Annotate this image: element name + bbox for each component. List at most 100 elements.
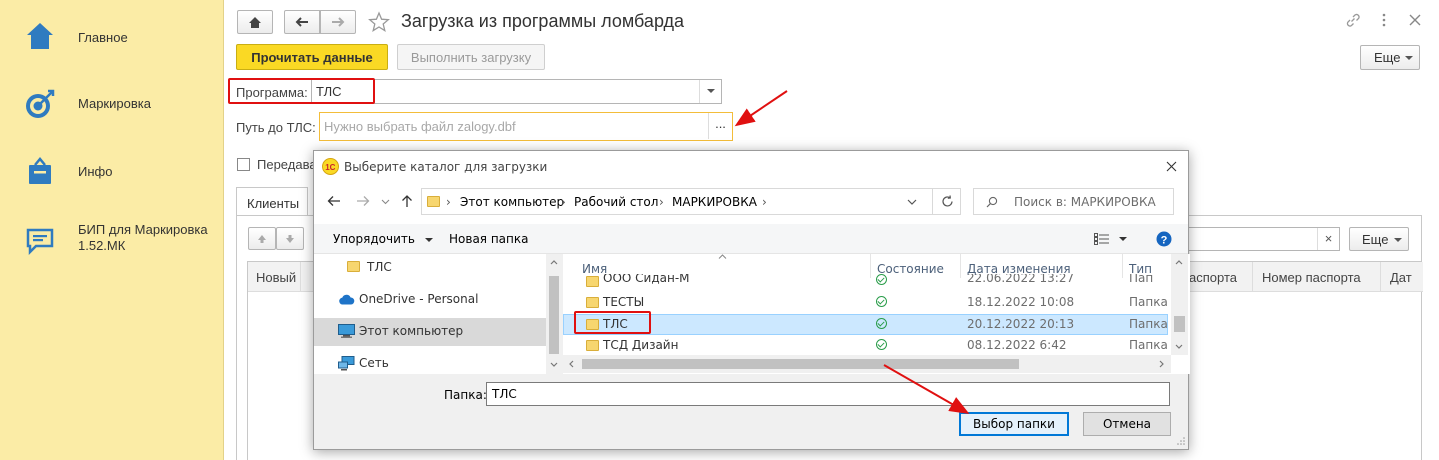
tree-scroll-thumb[interactable] xyxy=(549,276,559,354)
tab-clients[interactable]: Клиенты xyxy=(236,187,308,216)
grid-more-button[interactable]: Еще xyxy=(1349,227,1409,251)
sidebar: Главное Маркировка Инфо БИП для Маркиров… xyxy=(0,0,224,460)
view-options-icon[interactable] xyxy=(1094,233,1110,245)
read-data-button[interactable]: Прочитать данные xyxy=(236,44,388,70)
nav-back-icon[interactable] xyxy=(327,195,341,207)
nav-forward-icon[interactable] xyxy=(356,195,370,207)
dialog-search-input[interactable]: Поиск в: МАРКИРОВКА xyxy=(973,188,1174,215)
grid-col-divider xyxy=(300,262,301,292)
file-type: Папка с xyxy=(1129,274,1153,285)
file-vscrollbar[interactable] xyxy=(1171,254,1188,355)
file-date: 08.12.2022 6:42 xyxy=(967,338,1067,352)
scroll-down-icon[interactable] xyxy=(550,362,558,367)
select-folder-button[interactable]: Выбор папки xyxy=(959,412,1069,436)
more-button-label: Еще xyxy=(1374,50,1401,65)
help-icon[interactable]: ? xyxy=(1156,231,1172,247)
network-icon xyxy=(338,356,355,371)
file-date: 18.12.2022 10:08 xyxy=(967,295,1075,309)
grid-col-date: Дат xyxy=(1390,270,1412,285)
path-label: Путь до ТЛС: xyxy=(236,120,316,135)
organize-label: Упорядочить xyxy=(333,232,415,246)
dropdown-button[interactable] xyxy=(699,80,721,103)
tree-item-network[interactable]: Сеть xyxy=(314,350,546,378)
tree-item-label: ТЛС xyxy=(367,260,392,274)
scroll-up-icon[interactable] xyxy=(550,260,558,265)
nav-up-icon[interactable] xyxy=(401,194,413,208)
tree-item-onedrive[interactable]: OneDrive - Personal xyxy=(314,286,546,314)
grid-col-new: Новый xyxy=(256,270,297,285)
star-icon[interactable] xyxy=(368,11,390,33)
grid-col-passport: паспорта xyxy=(1182,270,1238,285)
tree-item-label: Сеть xyxy=(359,356,389,370)
tree-item-tls[interactable]: ТЛС xyxy=(314,254,546,282)
back-button[interactable] xyxy=(284,10,320,34)
onedrive-icon xyxy=(339,294,355,305)
transfer-label: Передава xyxy=(257,157,317,172)
sync-ok-icon xyxy=(876,296,887,307)
organize-button[interactable]: Упорядочить xyxy=(333,232,433,246)
chevron-down-icon[interactable] xyxy=(1119,237,1127,241)
link-icon[interactable] xyxy=(1345,12,1361,28)
dialog-close-icon[interactable] xyxy=(1166,161,1177,172)
browse-button[interactable]: ... xyxy=(708,113,732,139)
tree-item-this-pc[interactable]: Этот компьютер xyxy=(314,318,546,346)
scroll-down-icon[interactable] xyxy=(1175,344,1183,349)
move-down-button[interactable] xyxy=(276,227,304,250)
path-input[interactable]: Нужно выбрать файл zalogy.dbf ... xyxy=(319,112,733,141)
file-row[interactable]: ТЕСТЫ 18.12.2022 10:08 Папка с xyxy=(563,292,1178,313)
folder-label: Папка: xyxy=(444,388,487,402)
home-button[interactable] xyxy=(237,10,273,34)
folder-icon xyxy=(586,340,599,351)
tree-scrollbar[interactable] xyxy=(546,254,562,374)
scroll-left-icon[interactable] xyxy=(569,360,574,368)
highlight-tls-folder xyxy=(574,311,651,334)
grid-search-input[interactable]: × xyxy=(1185,227,1340,251)
folder-name-value: ТЛС xyxy=(492,387,517,401)
close-icon[interactable] xyxy=(1408,13,1422,27)
search-placeholder: Поиск в: МАРКИРОВКА xyxy=(1014,195,1156,209)
svg-text:?: ? xyxy=(1161,234,1168,246)
sidebar-item-label: Главное xyxy=(78,30,128,45)
file-row[interactable]: ТСД Дизайн 08.12.2022 6:42 Папка с xyxy=(563,335,1178,356)
folder-icon xyxy=(586,276,599,287)
forward-button[interactable] xyxy=(320,10,356,34)
file-name: ТСД Дизайн xyxy=(603,338,679,352)
do-load-button[interactable]: Выполнить загрузку xyxy=(397,44,545,70)
nav-history-chevron-icon[interactable] xyxy=(381,199,390,205)
refresh-icon[interactable] xyxy=(941,195,954,208)
more-vertical-icon[interactable] xyxy=(1377,13,1391,27)
sidebar-item-label: Маркировка xyxy=(78,96,151,111)
breadcrumb-desktop[interactable]: Рабочий стол xyxy=(574,195,658,209)
file-hscrollbar[interactable] xyxy=(563,355,1171,373)
resize-grip-icon[interactable] xyxy=(1176,436,1186,446)
scroll-up-icon[interactable] xyxy=(1175,260,1183,265)
new-folder-button[interactable]: Новая папка xyxy=(449,232,528,246)
arrow-down-icon xyxy=(286,234,294,243)
breadcrumb-this-pc[interactable]: Этот компьютер xyxy=(460,195,564,209)
move-up-button[interactable] xyxy=(248,227,276,250)
address-dropdown-icon[interactable] xyxy=(907,199,917,205)
svg-text:1C: 1C xyxy=(325,163,335,172)
file-row-selected[interactable]: ТЛС 20.12.2022 20:13 Папка с xyxy=(563,314,1178,335)
breadcrumb-sep-icon: › xyxy=(762,195,767,209)
grid-more-label: Еще xyxy=(1362,231,1389,247)
tree-item-label: OneDrive - Personal xyxy=(359,292,479,306)
address-bar[interactable]: › Этот компьютер › Рабочий стол › МАРКИР… xyxy=(421,188,961,215)
scroll-right-icon[interactable] xyxy=(1159,360,1164,368)
cancel-button[interactable]: Отмена xyxy=(1083,412,1171,436)
file-vscroll-thumb[interactable] xyxy=(1174,316,1185,332)
tab-clients-label: Клиенты xyxy=(247,196,300,211)
file-row[interactable]: ООО Сидан-М 22.06.2022 13:27 Папка с xyxy=(563,274,1153,288)
breadcrumb-marking[interactable]: МАРКИРОВКА xyxy=(672,195,757,209)
file-hscroll-thumb[interactable] xyxy=(582,359,1019,369)
sync-ok-icon xyxy=(876,339,887,350)
folder-name-input[interactable]: ТЛС xyxy=(486,382,1170,406)
chat-icon xyxy=(26,228,54,256)
breadcrumb-sep-icon: › xyxy=(561,195,566,209)
dialog-title: Выберите каталог для загрузки xyxy=(344,160,548,174)
more-button[interactable]: Еще xyxy=(1360,45,1420,70)
sync-ok-icon xyxy=(876,318,887,329)
file-name: ТЕСТЫ xyxy=(603,295,645,309)
transfer-checkbox[interactable] xyxy=(237,158,250,171)
clear-search-button[interactable]: × xyxy=(1317,228,1339,250)
